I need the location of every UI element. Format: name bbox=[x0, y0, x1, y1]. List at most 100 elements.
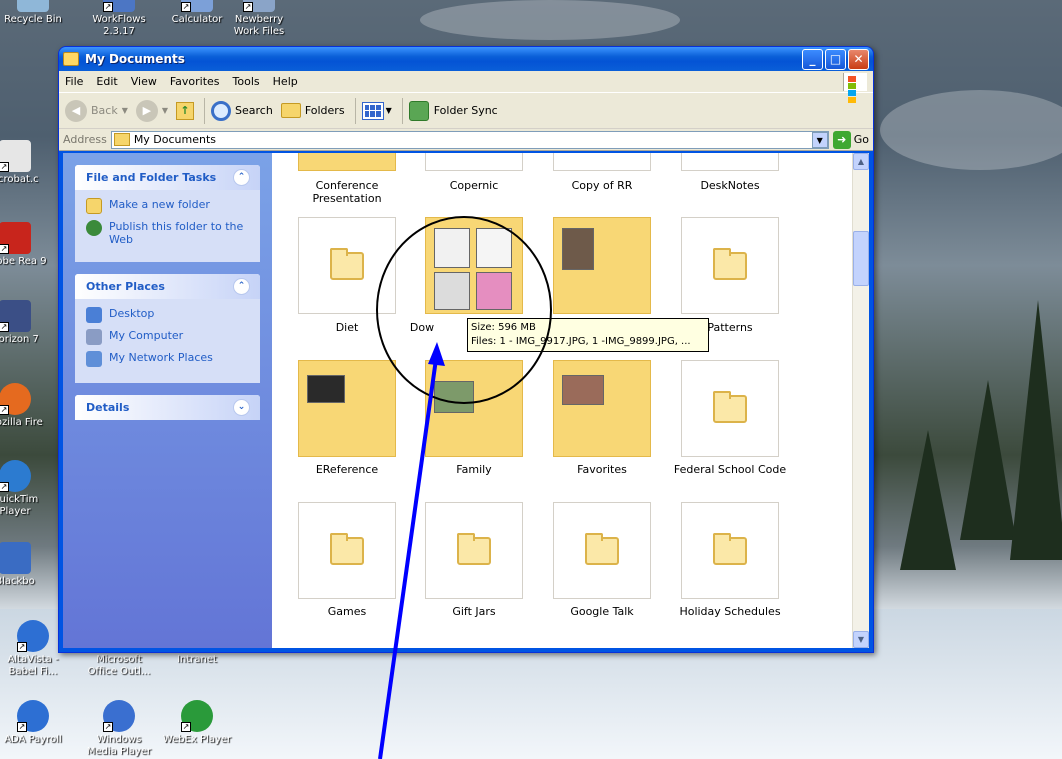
folder-label-copernic[interactable]: Copernic bbox=[409, 179, 539, 192]
folder-thumbnail-federal-school-code[interactable] bbox=[681, 360, 779, 457]
desktop-icon-ada-payroll[interactable]: ↗ ADA Payroll bbox=[0, 700, 70, 746]
go-label[interactable]: Go bbox=[854, 133, 869, 146]
details-header[interactable]: Details ⌄ bbox=[75, 395, 260, 420]
title-bar[interactable]: My Documents _ □ ✕ bbox=[59, 47, 873, 71]
folder-thumbnail-photos[interactable] bbox=[553, 217, 651, 314]
folder-label-family[interactable]: Family bbox=[409, 463, 539, 476]
desktop-icon-horizon[interactable]: ↗ Horizon 7 bbox=[0, 300, 52, 346]
vertical-scrollbar[interactable]: ▲ ▼ bbox=[852, 153, 869, 648]
forward-button[interactable]: ▶ ▼ bbox=[135, 99, 169, 122]
expand-icon[interactable]: ⌄ bbox=[233, 399, 250, 416]
folder-thumbnail-games[interactable] bbox=[298, 502, 396, 599]
folder-label-favorites[interactable]: Favorites bbox=[537, 463, 667, 476]
desktop-icon-webex-player[interactable]: ↗ WebEx Player bbox=[160, 700, 234, 746]
collapse-icon[interactable]: ⌃ bbox=[233, 278, 250, 295]
folder-icon bbox=[585, 532, 619, 565]
folder-icon bbox=[457, 532, 491, 565]
folder-thumbnail-ereference[interactable] bbox=[298, 360, 396, 457]
chevron-down-icon: ▼ bbox=[385, 106, 392, 115]
folder-thumbnail[interactable] bbox=[298, 153, 396, 171]
other-places-header[interactable]: Other Places ⌃ bbox=[75, 274, 260, 299]
scroll-down-button[interactable]: ▼ bbox=[853, 631, 869, 648]
desktop-icon-workflows[interactable]: ↗ WorkFlows 2.3.17 bbox=[82, 0, 156, 38]
folder-label-downloads[interactable]: Dow bbox=[382, 321, 462, 334]
minimize-button[interactable]: _ bbox=[802, 48, 823, 70]
folder-thumbnail-gift-jars[interactable] bbox=[425, 502, 523, 599]
folder-label-desknotes[interactable]: DeskNotes bbox=[665, 179, 795, 192]
address-dropdown-button[interactable]: ▼ bbox=[811, 131, 828, 148]
desktop-icon-adobe-reader[interactable]: ↗ Adobe Rea 9 bbox=[0, 222, 52, 268]
window-title: My Documents bbox=[85, 52, 185, 66]
folder-label-copy-of-rr[interactable]: Copy of RR bbox=[537, 179, 667, 192]
desktop-icon-recycle-bin[interactable]: Recycle Bin bbox=[0, 0, 70, 26]
desktop-icon-newberry[interactable]: ↗ Newberry Work Files bbox=[222, 0, 296, 38]
menu-file[interactable]: File bbox=[65, 75, 83, 88]
back-button[interactable]: ◀ Back ▼ bbox=[65, 99, 128, 122]
folder-thumbnail-holiday-schedules[interactable] bbox=[681, 502, 779, 599]
tree bbox=[900, 430, 956, 570]
maximize-button[interactable]: □ bbox=[825, 48, 846, 70]
address-value: My Documents bbox=[133, 133, 217, 146]
desktop-icon-acrobat[interactable]: ↗ Acrobat.c bbox=[0, 140, 52, 186]
computer-icon bbox=[86, 329, 102, 345]
folder-up-icon: ↑ bbox=[176, 101, 195, 120]
folders-icon bbox=[280, 103, 301, 118]
folder-label-holiday-schedules[interactable]: Holiday Schedules bbox=[665, 605, 795, 618]
address-input[interactable]: My Documents ▼ bbox=[110, 130, 829, 149]
folder-thumbnail-google-talk[interactable] bbox=[553, 502, 651, 599]
search-button[interactable]: Search bbox=[211, 100, 273, 121]
menu-tools[interactable]: Tools bbox=[233, 75, 260, 88]
desktop-icon-blackboard[interactable]: Blackbo bbox=[0, 542, 52, 588]
close-button[interactable]: ✕ bbox=[848, 48, 869, 70]
publish-folder-link[interactable]: Publish this folder to the Web bbox=[86, 220, 250, 246]
folder-thumbnail[interactable] bbox=[553, 153, 651, 171]
folder-thumbnail-family[interactable] bbox=[425, 360, 523, 457]
folder-info-tooltip: Size: 596 MB Files: 1 - IMG_9917.JPG, 1 … bbox=[467, 318, 709, 352]
folder-icon bbox=[713, 390, 747, 423]
desktop-icon-mozilla-firefox[interactable]: ↗ Mozilla Fire bbox=[0, 383, 52, 429]
menu-view[interactable]: View bbox=[131, 75, 157, 88]
tooltip-files: Files: 1 - IMG_9917.JPG, 1 -IMG_9899.JPG… bbox=[471, 336, 691, 347]
file-folder-tasks-panel: File and Folder Tasks ⌃ Make a new folde… bbox=[75, 165, 260, 262]
folder-label-conference-presentation[interactable]: Conference Presentation bbox=[282, 179, 412, 205]
desktop-icon-quicktime[interactable]: ↗ QuickTim Player bbox=[0, 460, 52, 518]
folder-label-gift-jars[interactable]: Gift Jars bbox=[409, 605, 539, 618]
folder-thumbnail-diet[interactable] bbox=[298, 217, 396, 314]
up-button[interactable]: ↑ bbox=[176, 101, 195, 120]
folder-sync-label: Folder Sync bbox=[433, 104, 498, 117]
menu-edit[interactable]: Edit bbox=[96, 75, 117, 88]
menu-bar: File Edit View Favorites Tools Help bbox=[59, 71, 873, 103]
views-button[interactable]: ▼ bbox=[361, 101, 392, 120]
scroll-up-button[interactable]: ▲ bbox=[853, 153, 869, 170]
horizon-icon: ↗ bbox=[0, 300, 31, 332]
folder-thumbnail-favorites[interactable] bbox=[553, 360, 651, 457]
scroll-thumb[interactable] bbox=[853, 231, 869, 286]
file-folder-tasks-header[interactable]: File and Folder Tasks ⌃ bbox=[75, 165, 260, 190]
my-network-places-link[interactable]: My Network Places bbox=[86, 351, 250, 367]
folder-thumbnail[interactable] bbox=[681, 153, 779, 171]
desktop-icon-windows-media-player[interactable]: ↗ Windows Media Player bbox=[82, 700, 156, 758]
desktop-link[interactable]: Desktop bbox=[86, 307, 250, 323]
tree bbox=[960, 380, 1016, 540]
my-computer-link[interactable]: My Computer bbox=[86, 329, 250, 345]
network-icon bbox=[86, 351, 102, 367]
folders-button[interactable]: Folders bbox=[280, 103, 345, 118]
folder-label-federal-school-code[interactable]: Federal School Code bbox=[665, 463, 795, 476]
photo-preview bbox=[434, 272, 470, 310]
folder-thumbnail-patterns[interactable] bbox=[681, 217, 779, 314]
acrobat-icon: ↗ bbox=[0, 140, 31, 172]
folder-thumbnail[interactable] bbox=[425, 153, 523, 171]
folder-label-google-talk[interactable]: Google Talk bbox=[537, 605, 667, 618]
menu-help[interactable]: Help bbox=[273, 75, 298, 88]
make-new-folder-link[interactable]: Make a new folder bbox=[86, 198, 250, 214]
internet-explorer-icon: ↗ bbox=[17, 620, 49, 652]
folder-sync-button[interactable]: Folder Sync bbox=[408, 100, 498, 121]
menu-favorites[interactable]: Favorites bbox=[170, 75, 220, 88]
windows-logo-icon bbox=[843, 73, 867, 103]
chevron-down-icon: ▼ bbox=[161, 106, 169, 115]
collapse-icon[interactable]: ⌃ bbox=[233, 169, 250, 186]
folder-thumbnail-downloads[interactable] bbox=[425, 217, 523, 314]
folder-label-ereference[interactable]: EReference bbox=[282, 463, 412, 476]
folder-label-games[interactable]: Games bbox=[282, 605, 412, 618]
go-arrow-icon[interactable]: ➜ bbox=[832, 130, 851, 149]
